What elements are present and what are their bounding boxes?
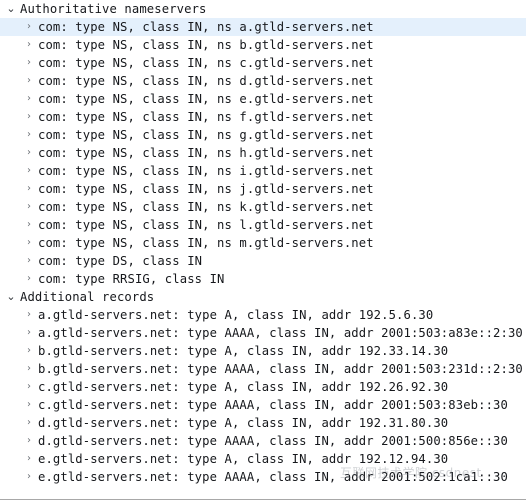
chevron-right-icon[interactable]: › (22, 216, 36, 234)
tree-row[interactable]: › a.gtld-servers.net: type AAAA, class IN… (0, 324, 526, 342)
tree-row-label: com: type RRSIG, class IN (38, 272, 225, 286)
tree-row[interactable]: › a.gtld-servers.net: type A, class IN, a… (0, 306, 526, 324)
tree-section-label: Additional records (20, 290, 155, 304)
tree-row-label: e.gtld-servers.net: type A, class IN, ad… (38, 452, 449, 466)
tree-row-label: e.gtld-servers.net: type AAAA, class IN,… (38, 470, 508, 484)
chevron-right-icon[interactable]: › (22, 126, 36, 144)
chevron-right-icon[interactable]: › (22, 270, 36, 288)
tree-row[interactable]: › com: type NS, class IN, ns i.gtld-serve… (0, 162, 526, 180)
tree-row-label: com: type NS, class IN, ns h.gtld-server… (38, 146, 374, 160)
chevron-right-icon[interactable]: › (22, 360, 36, 378)
tree-row[interactable]: › com: type NS, class IN, ns b.gtld-serve… (0, 36, 526, 54)
tree-row-label: com: type NS, class IN, ns f.gtld-server… (38, 110, 374, 124)
tree-row-label: b.gtld-servers.net: type A, class IN, ad… (38, 344, 449, 358)
tree-row-label: com: type NS, class IN, ns b.gtld-server… (38, 38, 374, 52)
chevron-right-icon[interactable]: › (22, 108, 36, 126)
tree-row-label: c.gtld-servers.net: type AAAA, class IN,… (38, 398, 508, 412)
chevron-right-icon[interactable]: › (22, 450, 36, 468)
tree-section-header[interactable]: ⌄ Additional records (0, 288, 526, 306)
tree-row[interactable]: › com: type NS, class IN, ns k.gtld-serve… (0, 198, 526, 216)
chevron-right-icon[interactable]: › (22, 144, 36, 162)
tree-row[interactable]: › com: type NS, class IN, ns e.gtld-serve… (0, 90, 526, 108)
chevron-right-icon[interactable]: › (22, 54, 36, 72)
tree-row-label: com: type NS, class IN, ns i.gtld-server… (38, 164, 374, 178)
chevron-right-icon[interactable]: › (22, 180, 36, 198)
tree-row[interactable]: › com: type NS, class IN, ns m.gtld-serve… (0, 234, 526, 252)
tree-row[interactable]: › com: type NS, class IN, ns d.gtld-serve… (0, 72, 526, 90)
tree-row[interactable]: › c.gtld-servers.net: type AAAA, class IN… (0, 396, 526, 414)
tree-row-label: d.gtld-servers.net: type A, class IN, ad… (38, 416, 449, 430)
tree-row[interactable]: › com: type NS, class IN, ns h.gtld-serve… (0, 144, 526, 162)
chevron-right-icon[interactable]: › (22, 324, 36, 342)
tree-row-label: b.gtld-servers.net: type AAAA, class IN,… (38, 362, 523, 376)
tree-row-label: a.gtld-servers.net: type AAAA, class IN,… (38, 326, 523, 340)
tree-row[interactable]: › d.gtld-servers.net: type A, class IN, a… (0, 414, 526, 432)
chevron-right-icon[interactable]: › (22, 18, 36, 36)
tree-row-label: com: type NS, class IN, ns c.gtld-server… (38, 56, 374, 70)
tree-row-label: com: type NS, class IN, ns l.gtld-server… (38, 218, 374, 232)
tree-row[interactable]: › com: type DS, class IN (0, 252, 526, 270)
dns-record-tree[interactable]: ⌄ Authoritative nameservers › com: type NS,… (0, 0, 526, 500)
tree-row[interactable]: › e.gtld-servers.net: type A, class IN, a… (0, 450, 526, 468)
tree-row[interactable]: › com: type RRSIG, class IN (0, 270, 526, 288)
tree-row[interactable]: › com: type NS, class IN, ns l.gtld-serve… (0, 216, 526, 234)
tree-row-label: com: type NS, class IN, ns g.gtld-server… (38, 128, 374, 142)
chevron-down-icon[interactable]: ⌄ (4, 288, 18, 306)
chevron-right-icon[interactable]: › (22, 252, 36, 270)
chevron-right-icon[interactable]: › (22, 432, 36, 450)
tree-section-header[interactable]: ⌄ Authoritative nameservers (0, 0, 526, 18)
chevron-right-icon[interactable]: › (22, 342, 36, 360)
tree-row-label: a.gtld-servers.net: type A, class IN, ad… (38, 308, 434, 322)
tree-section-label: Authoritative nameservers (20, 2, 207, 16)
chevron-right-icon[interactable]: › (22, 414, 36, 432)
tree-row-label: com: type NS, class IN, ns d.gtld-server… (38, 74, 374, 88)
tree-row[interactable]: › d.gtld-servers.net: type AAAA, class IN… (0, 432, 526, 450)
chevron-right-icon[interactable]: › (22, 396, 36, 414)
tree-row-label: com: type NS, class IN, ns m.gtld-server… (38, 236, 374, 250)
chevron-right-icon[interactable]: › (22, 90, 36, 108)
tree-row[interactable]: › com: type NS, class IN, ns a.gtld-serve… (0, 18, 526, 36)
tree-row-label: com: type DS, class IN (38, 254, 203, 268)
tree-row-label: c.gtld-servers.net: type A, class IN, ad… (38, 380, 449, 394)
tree-row[interactable]: › com: type NS, class IN, ns j.gtld-serve… (0, 180, 526, 198)
tree-row-label: com: type NS, class IN, ns e.gtld-server… (38, 92, 374, 106)
chevron-right-icon[interactable]: › (22, 198, 36, 216)
chevron-right-icon[interactable]: › (22, 234, 36, 252)
chevron-right-icon[interactable]: › (22, 72, 36, 90)
chevron-down-icon[interactable]: ⌄ (4, 0, 18, 18)
chevron-right-icon[interactable]: › (22, 306, 36, 324)
chevron-right-icon[interactable]: › (22, 162, 36, 180)
chevron-right-icon[interactable]: › (22, 468, 36, 486)
tree-row-label: com: type NS, class IN, ns a.gtld-server… (38, 20, 374, 34)
tree-row-label: d.gtld-servers.net: type AAAA, class IN,… (38, 434, 508, 448)
tree-row-label: com: type NS, class IN, ns k.gtld-server… (38, 200, 374, 214)
chevron-right-icon[interactable]: › (22, 36, 36, 54)
chevron-right-icon[interactable]: › (22, 378, 36, 396)
tree-row[interactable]: › b.gtld-servers.net: type A, class IN, a… (0, 342, 526, 360)
tree-row[interactable]: › e.gtld-servers.net: type AAAA, class IN… (0, 468, 526, 486)
tree-row[interactable]: › b.gtld-servers.net: type AAAA, class IN… (0, 360, 526, 378)
tree-row[interactable]: › com: type NS, class IN, ns f.gtld-serve… (0, 108, 526, 126)
tree-row-label: com: type NS, class IN, ns j.gtld-server… (38, 182, 374, 196)
tree-row[interactable]: › com: type NS, class IN, ns c.gtld-serve… (0, 54, 526, 72)
tree-row[interactable]: › c.gtld-servers.net: type A, class IN, a… (0, 378, 526, 396)
tree-row[interactable]: › com: type NS, class IN, ns g.gtld-serve… (0, 126, 526, 144)
